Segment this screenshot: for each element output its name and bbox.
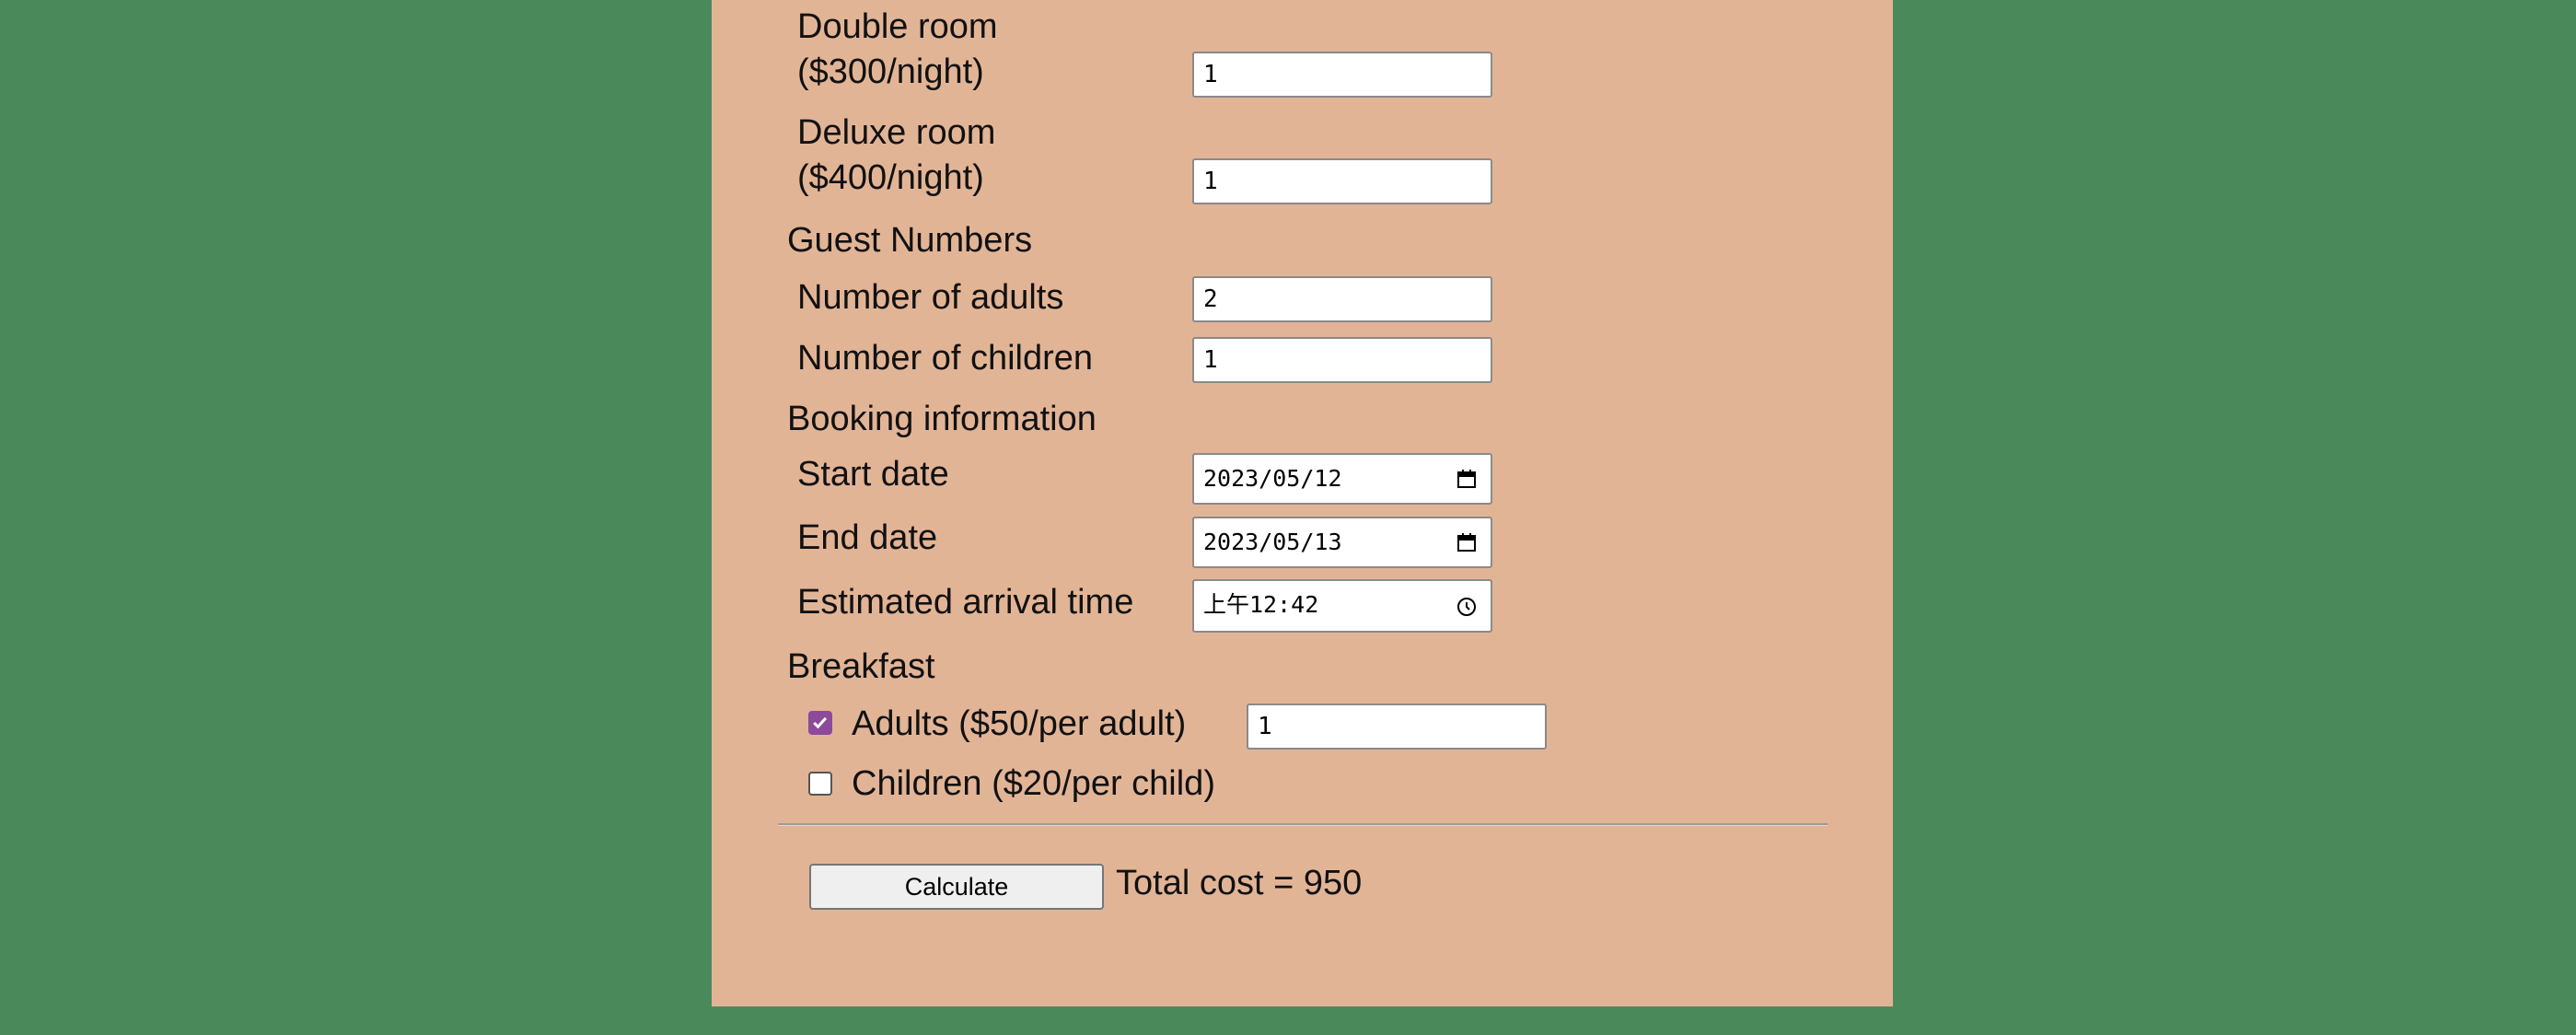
adults-breakfast-label: Adults ($50/per adult) [852,704,1187,743]
clock-icon[interactable] [1456,596,1478,618]
adults-breakfast-count-input[interactable]: 1 [1247,704,1547,750]
breakfast-heading: Breakfast [787,647,935,686]
adults-breakfast-checkbox[interactable] [808,711,832,735]
children-breakfast-label: Children ($20/per child) [852,764,1215,803]
calculate-button[interactable]: Calculate [809,864,1104,910]
calendar-icon[interactable] [1456,468,1478,490]
children-breakfast-checkbox[interactable] [808,772,832,796]
calendar-icon[interactable] [1456,531,1478,553]
double-room-quantity-input[interactable]: 1 [1192,52,1492,98]
start-date-label: Start date [797,455,949,494]
booking-information-heading: Booking information [787,400,1097,438]
section-divider [778,823,1828,826]
start-date-value: 2023/05/12 [1203,465,1342,492]
arrival-time-input[interactable]: 上午12:42 [1192,579,1492,633]
total-cost-text: Total cost = 950 [1116,864,1363,902]
adults-number-label: Number of adults [797,278,1064,317]
children-number-label: Number of children [797,339,1094,378]
arrival-time-label: Estimated arrival time [797,583,1134,622]
end-date-value: 2023/05/13 [1203,529,1342,555]
guest-numbers-heading: Guest Numbers [787,221,1033,260]
double-room-label-line2: ($300/night) [797,52,984,91]
deluxe-room-quantity-input[interactable]: 1 [1192,158,1492,204]
deluxe-room-label-line1: Deluxe room [797,113,996,152]
checkmark-icon [813,716,828,729]
arrival-time-value: 上午12:42 [1203,591,1319,618]
double-room-label-line1: Double room [797,7,998,46]
adults-number-input[interactable]: 2 [1192,276,1492,322]
end-date-label: End date [797,518,938,557]
start-date-input[interactable]: 2023/05/12 [1192,453,1492,505]
end-date-input[interactable]: 2023/05/13 [1192,517,1492,568]
deluxe-room-label-line2: ($400/night) [797,158,984,197]
children-number-input[interactable]: 1 [1192,337,1492,383]
